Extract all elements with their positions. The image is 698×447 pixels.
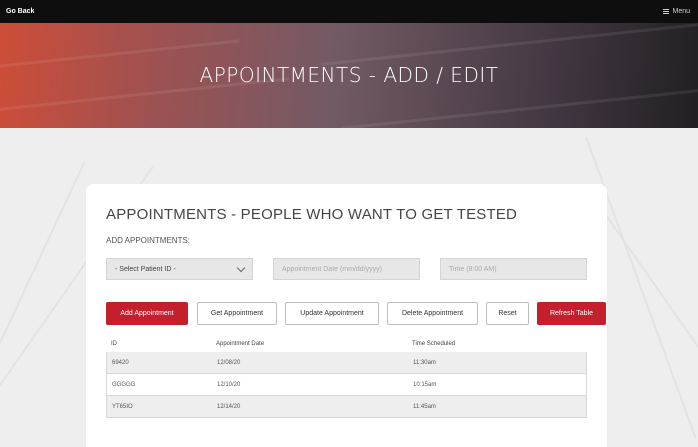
add-appointment-button[interactable]: Add Appointment	[106, 302, 188, 325]
cell-time: 11:30am	[413, 359, 436, 366]
hero-texture	[320, 23, 698, 66]
top-nav-bar: Go Back Menu	[0, 0, 698, 23]
column-header-time: Time Scheduled	[412, 341, 456, 347]
cell-date: 12/08/20	[217, 359, 241, 366]
table-row[interactable]: YT65IO 12/14/20 11:45am	[106, 396, 587, 418]
cell-time: 11:45am	[413, 403, 436, 410]
refresh-table-button[interactable]: Refresh Table	[537, 302, 606, 325]
hero-texture	[340, 89, 698, 128]
table-header: ID Appointment Date Time Scheduled	[106, 336, 587, 352]
hero-title: APPOINTMENTS - ADD / EDIT	[199, 63, 499, 87]
cell-id: GGGGG	[112, 381, 136, 388]
chevron-down-icon	[236, 263, 246, 272]
appointments-card: APPOINTMENTS - PEOPLE WHO WANT TO GET TE…	[86, 184, 607, 447]
hero-banner: APPOINTMENTS - ADD / EDIT	[0, 23, 698, 128]
appointment-date-input[interactable]: Appointment Date (mm/dd/yyyy)	[273, 258, 420, 280]
menu-label: Menu	[672, 8, 690, 15]
cell-time: 10:15am	[413, 381, 437, 388]
cell-date: 12/14/20	[217, 403, 241, 410]
menu-button[interactable]: Menu	[663, 8, 690, 15]
time-input[interactable]: Time (8:00 AM)	[440, 258, 587, 280]
appointments-table: ID Appointment Date Time Scheduled 69420…	[106, 336, 587, 418]
patient-id-select-value: - Select Patient ID -	[115, 265, 176, 273]
card-title: APPOINTMENTS - PEOPLE WHO WANT TO GET TE…	[106, 206, 518, 223]
table-row[interactable]: 69420 12/08/20 11:30am	[106, 352, 587, 374]
get-appointment-button[interactable]: Get Appointment	[197, 302, 277, 325]
column-header-id: ID	[111, 341, 117, 347]
cell-id: YT65IO	[112, 403, 133, 410]
cell-id: 69420	[112, 359, 129, 366]
add-appointments-label: ADD APPOINTMENTS:	[106, 236, 191, 245]
patient-id-select[interactable]: - Select Patient ID -	[106, 258, 253, 280]
cell-date: 12/10/20	[217, 381, 241, 388]
table-row[interactable]: GGGGG 12/10/20 10:15am	[106, 374, 587, 396]
update-appointment-button[interactable]: Update Appointment	[285, 302, 379, 325]
column-header-date: Appointment Date	[216, 341, 265, 347]
delete-appointment-button[interactable]: Delete Appointment	[387, 302, 478, 325]
go-back-link[interactable]: Go Back	[6, 8, 34, 15]
reset-button[interactable]: Reset	[486, 302, 529, 325]
hamburger-icon	[663, 9, 670, 14]
